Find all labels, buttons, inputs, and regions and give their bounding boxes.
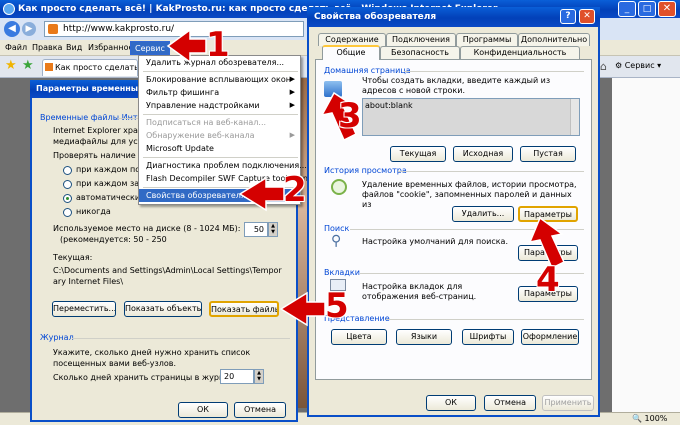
tab-general[interactable]: Общие	[322, 45, 380, 60]
step-number-5: 5	[325, 286, 349, 326]
step-number-2: 2	[283, 170, 307, 210]
annotation-arrows	[166, 28, 565, 327]
arrow-5-icon	[279, 291, 326, 327]
step-number-3: 3	[338, 96, 362, 136]
arrow-2-icon	[238, 176, 285, 212]
step-number-1: 1	[206, 25, 230, 65]
step-number-4: 4	[536, 260, 560, 300]
arrow-1-icon	[166, 28, 207, 64]
